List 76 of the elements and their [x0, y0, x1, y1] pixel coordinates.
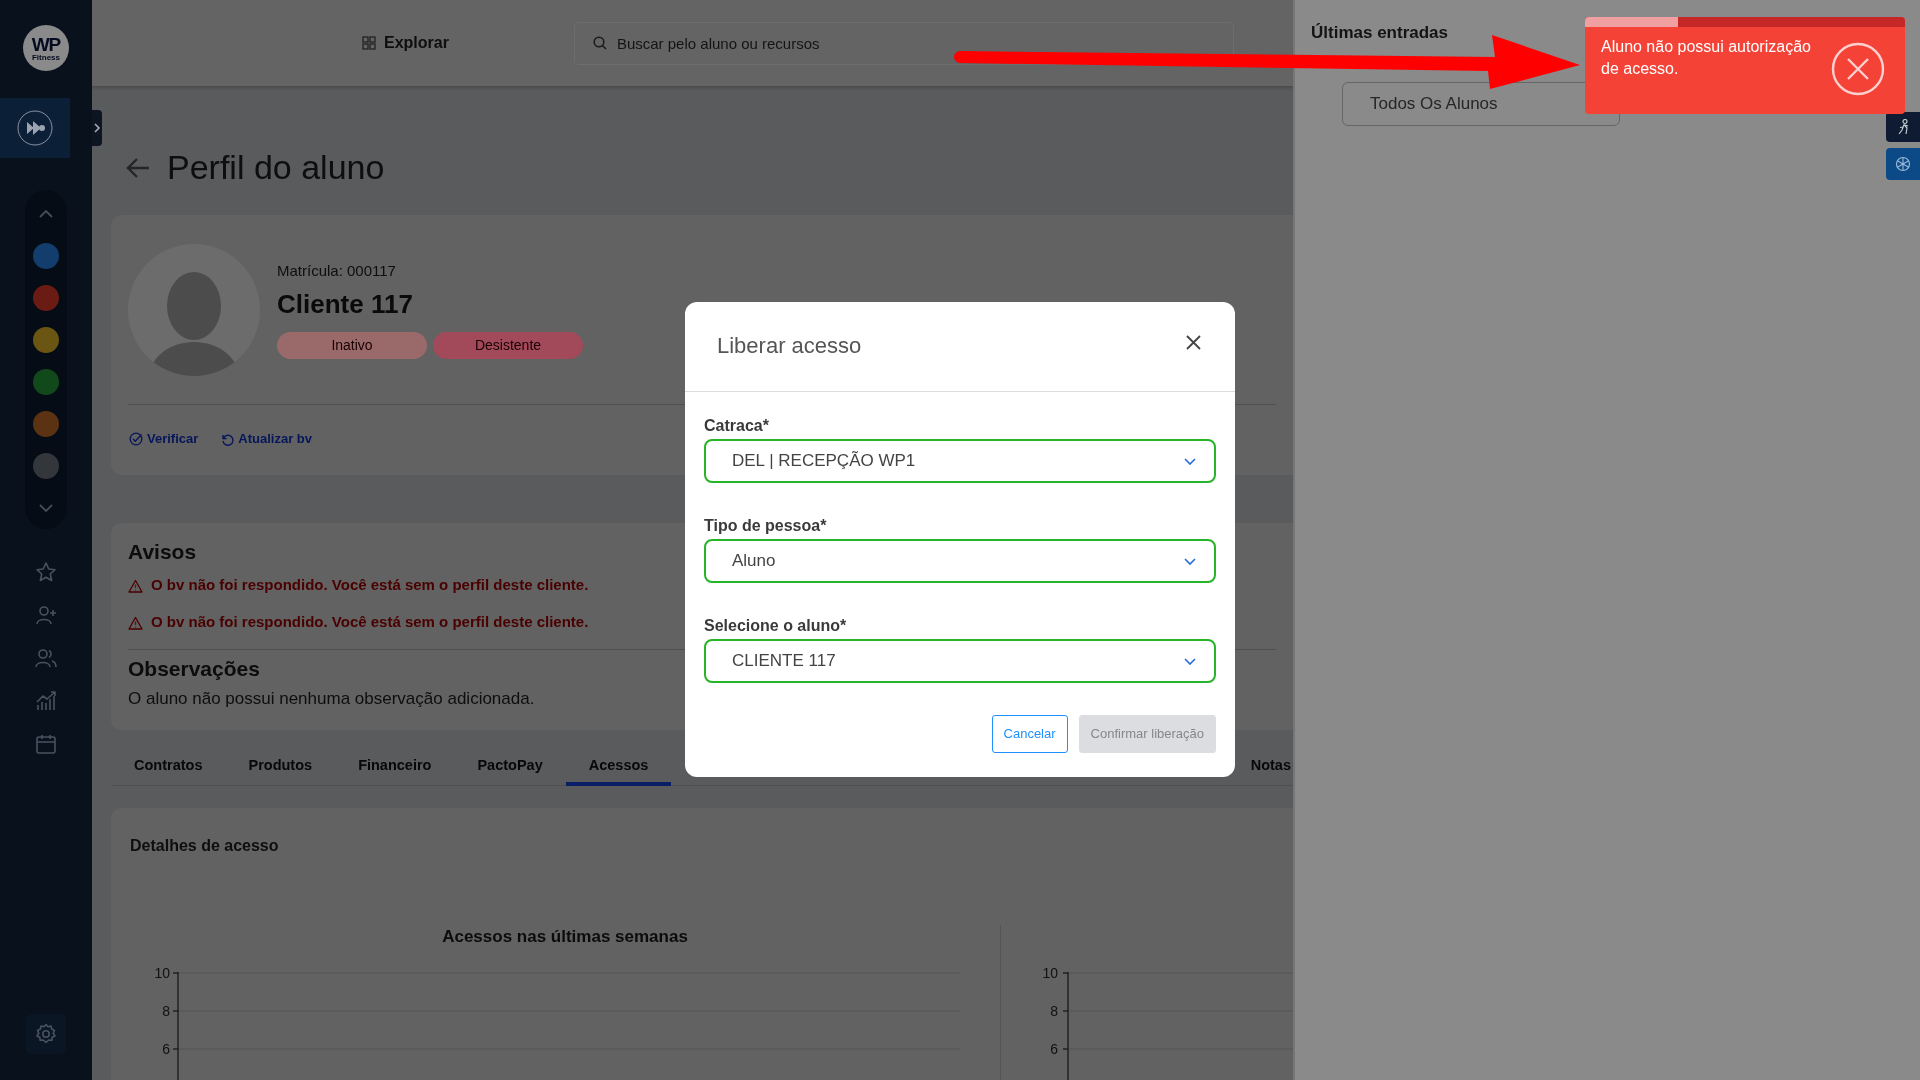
toast-message: Aluno não possui autorização de acesso. [1600, 37, 1812, 79]
knot-icon [1895, 156, 1911, 172]
warning-icon [128, 615, 143, 630]
tab[interactable]: Notas [1246, 750, 1293, 786]
add-user-icon[interactable] [35, 603, 57, 626]
registration-number: Matrícula: 000117 [277, 261, 397, 282]
select-field[interactable]: CLIENTE 117 [704, 639, 1216, 683]
card-title: Detalhes de acesso [130, 836, 279, 856]
chevron-up-icon[interactable] [39, 210, 53, 218]
search-icon [592, 35, 607, 50]
chart-title: Acessos nas últimas semanas [442, 926, 688, 948]
module-icon[interactable] [33, 453, 59, 479]
logo-title: WP [31, 34, 61, 54]
chevron-down-icon [1184, 557, 1196, 565]
module-icon[interactable] [33, 327, 59, 353]
star-icon[interactable] [35, 560, 57, 583]
calendar-icon[interactable] [35, 732, 57, 755]
cancel-button[interactable]: Cancelar [991, 715, 1068, 753]
expand-sidebar-button[interactable] [92, 110, 102, 146]
close-icon [1831, 42, 1885, 96]
explore-button[interactable]: Explorar [362, 31, 449, 55]
tick-label: 8 [162, 1003, 170, 1019]
tick-label: 6 [1050, 1041, 1058, 1057]
settings-icon [35, 1023, 57, 1045]
tab[interactable]: Contratos [111, 750, 226, 786]
section-title: Avisos [128, 539, 197, 565]
grid-icon [362, 36, 376, 50]
tick-label: 10 [154, 965, 170, 981]
tick-label: 6 [162, 1041, 170, 1057]
users-icon[interactable] [35, 646, 57, 669]
check-circle-icon [129, 432, 143, 446]
panel-title: Últimas entradas [1311, 22, 1448, 44]
action-link[interactable]: Verificar [129, 429, 199, 449]
select-field[interactable]: DEL | RECEPÇÃO WP1 [704, 439, 1216, 483]
refresh-icon [220, 432, 235, 446]
tick-label: 8 [1050, 1003, 1058, 1019]
module-icon[interactable] [33, 411, 59, 437]
chart-icon[interactable] [35, 689, 57, 712]
select-field[interactable]: Aluno [704, 539, 1216, 583]
back-arrow-icon[interactable] [126, 155, 150, 180]
field-label: Selecione o aluno* [704, 616, 848, 636]
toast-close-button[interactable] [1831, 42, 1885, 96]
walking-person-icon [1896, 119, 1910, 135]
tab[interactable]: Financeiro [335, 750, 455, 786]
status-badge: Inativo [277, 331, 427, 359]
warning-message: O bv não foi respondido. Você está sem o perfil deste cliente. [151, 612, 589, 633]
chevron-down-icon[interactable] [39, 504, 53, 512]
client-name: Cliente 117 [277, 287, 414, 321]
floating-button[interactable] [1886, 112, 1920, 142]
module-icon[interactable] [33, 285, 59, 311]
chevron-down-icon [1184, 457, 1196, 465]
observation-text: O aluno não possui nenhuma observação adicionada. [128, 688, 535, 710]
tab[interactable]: Produtos [225, 750, 336, 786]
close-button[interactable] [1184, 333, 1202, 352]
field-label: Catraca* [704, 416, 770, 436]
app-icon [17, 110, 53, 146]
action-link[interactable]: Atualizar bv [220, 429, 312, 449]
module-icon[interactable] [33, 243, 59, 269]
warning-icon [128, 578, 143, 593]
tab[interactable]: PactoPay [454, 750, 566, 786]
section-title: Observações [128, 656, 260, 682]
warning-message: O bv não foi respondido. Você está sem o perfil deste cliente. [151, 575, 589, 596]
dialog-title: Liberar acesso [717, 333, 862, 360]
close-icon [1185, 335, 1201, 350]
active-app-item[interactable] [0, 98, 70, 158]
field-label: Tipo de pessoa* [704, 516, 828, 536]
module-icon[interactable] [33, 369, 59, 395]
floating-button[interactable] [1886, 148, 1920, 180]
status-badge: Desistente [433, 331, 583, 359]
settings-button[interactable] [26, 1014, 66, 1054]
page-title: Perfil do aluno [167, 147, 385, 188]
tab[interactable]: Acessos [565, 750, 672, 786]
logo-subtitle: Fitness [32, 53, 60, 62]
tick-label: 10 [1042, 965, 1058, 981]
chevron-down-icon [1184, 657, 1196, 665]
chevron-right-icon [93, 122, 101, 134]
